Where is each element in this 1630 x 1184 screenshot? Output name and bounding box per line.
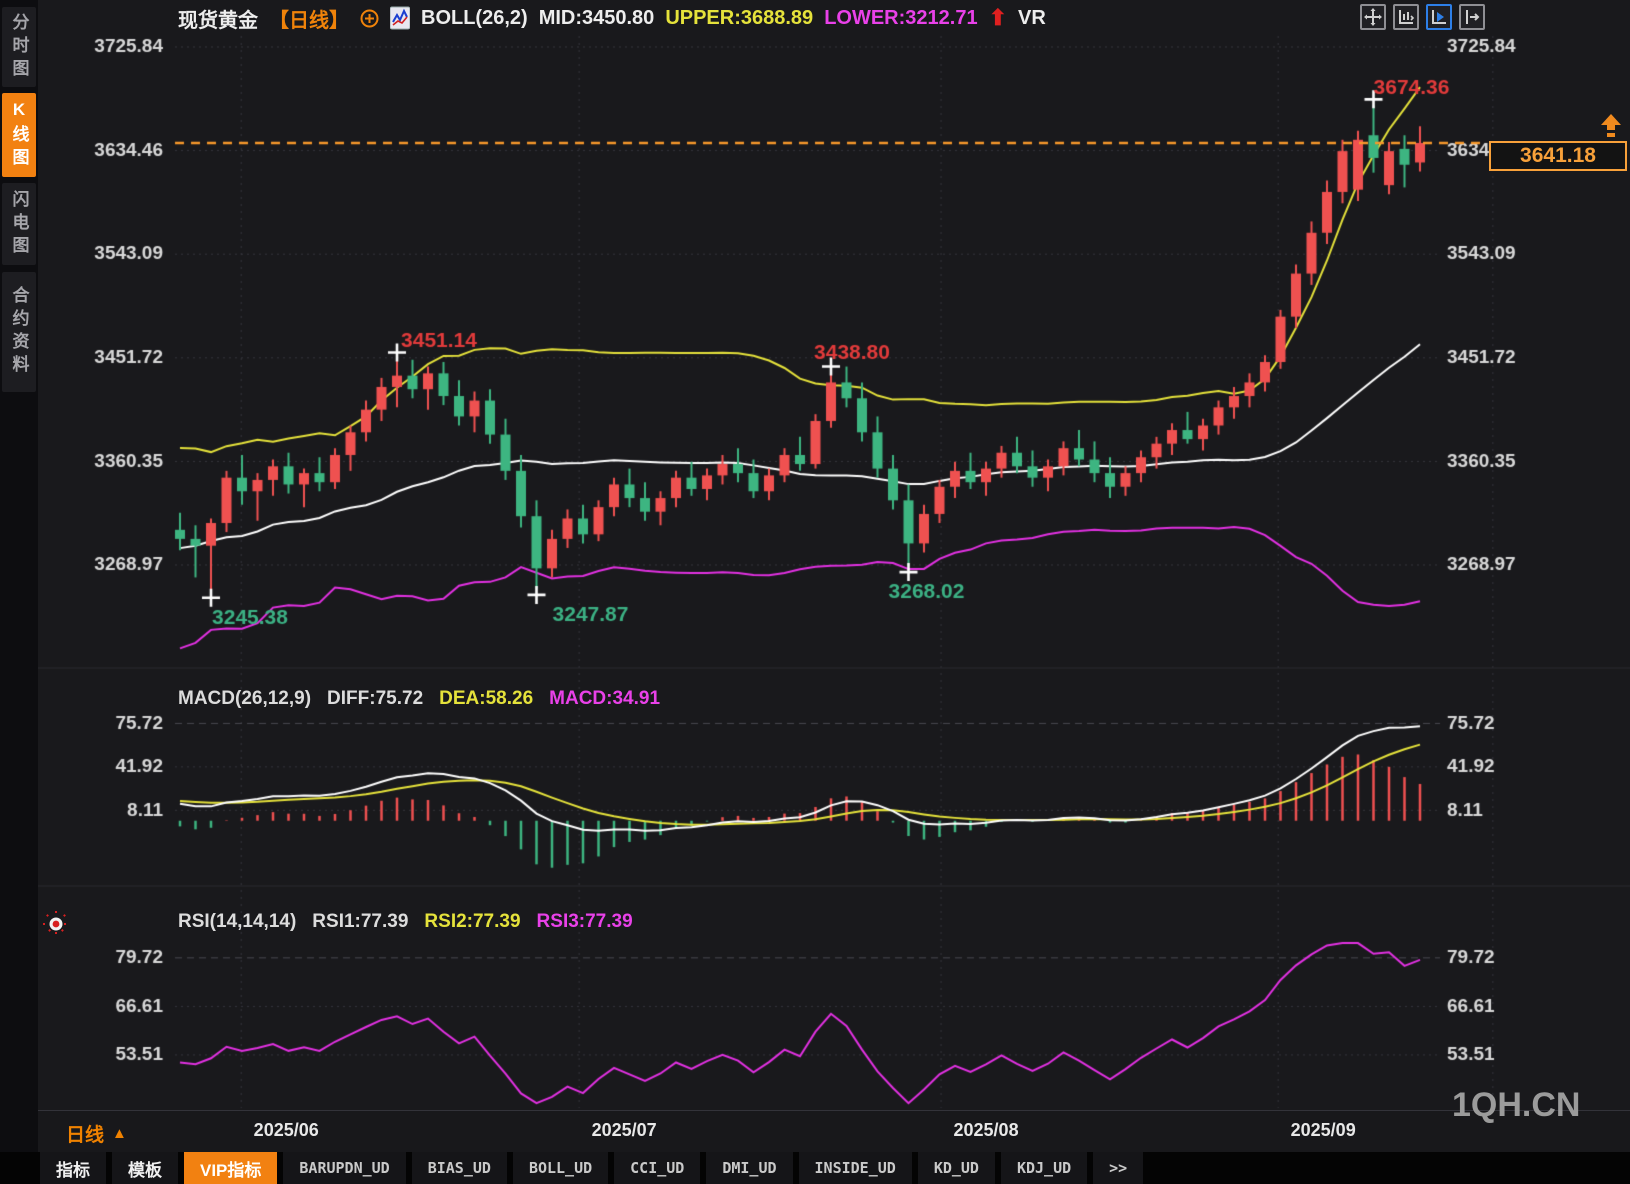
crosshair-move-icon[interactable] (1360, 4, 1386, 30)
tab-vip[interactable]: VIP指标 (184, 1152, 277, 1184)
chart-canvas[interactable] (0, 0, 1630, 1112)
tab-kd_ud[interactable]: KD_UD (918, 1152, 995, 1184)
period-tag: 【日线】 (269, 4, 349, 33)
tab-cci_ud[interactable]: CCI_UD (614, 1152, 700, 1184)
tab-boll_ud[interactable]: BOLL_UD (513, 1152, 608, 1184)
instrument-title: 现货黄金 (178, 4, 258, 33)
tab-bias_ud[interactable]: BIAS_UD (412, 1152, 507, 1184)
x-axis-strip: 日线 ▲ 2025/06 2025/07 2025/08 2025/09 (38, 1110, 1630, 1153)
watermark: 1QH.CN (1452, 1086, 1580, 1125)
tab-[interactable]: 模板 (112, 1152, 178, 1184)
tab-kdj_ud[interactable]: KDJ_UD (1001, 1152, 1087, 1184)
indicator-chart-icon (390, 6, 410, 30)
indicator-tabbar: 指标模板VIP指标BARUPDN_UDBIAS_UDBOLL_UDCCI_UDD… (0, 1152, 1630, 1184)
sidebar-item-3[interactable]: 合约资料 (2, 272, 36, 392)
axis-scale-icon[interactable] (1393, 4, 1419, 30)
macd-value: MACD:34.91 (549, 688, 660, 710)
sidebar: 分时图 K线图闪电图合约资料 (0, 0, 38, 1152)
sidebar-item-0[interactable]: 分时图 (2, 7, 36, 87)
tab-[interactable]: >> (1093, 1152, 1143, 1184)
macd-name: MACD(26,12,9) (178, 688, 311, 710)
x-axis-label: 2025/06 (254, 1120, 319, 1141)
rsi3-value: RSI3:77.39 (537, 911, 633, 933)
sidebar-item-1[interactable]: K线图 (2, 93, 36, 177)
chart-toolbar (1360, 4, 1485, 30)
axis-play-icon[interactable] (1426, 4, 1452, 30)
rsi-name: RSI(14,14,14) (178, 911, 296, 933)
alert-sun-icon[interactable] (42, 910, 70, 943)
macd-diff-value: DIFF:75.72 (327, 688, 423, 710)
period-selector[interactable]: 日线 ▲ (66, 1120, 127, 1147)
up-arrow-icon: ⬆ (989, 8, 1007, 28)
tab-barupdn_ud[interactable]: BARUPDN_UD (283, 1152, 405, 1184)
rsi2-value: RSI2:77.39 (424, 911, 520, 933)
tab-dmi_ud[interactable]: DMI_UD (706, 1152, 792, 1184)
triangle-up-icon: ▲ (112, 1125, 127, 1142)
boll-upper-value: UPPER:3688.89 (665, 7, 813, 30)
macd-header: MACD(26,12,9) DIFF:75.72 DEA:58.26 MACD:… (178, 688, 660, 710)
chart-header: 现货黄金 【日线】 BOLL(26,2) MID:3450.80 UPPER:3… (178, 5, 1046, 31)
boll-lower-value: LOWER:3212.71 (824, 7, 977, 30)
boll-mid-value: MID:3450.80 (539, 7, 655, 30)
x-axis-label: 2025/07 (592, 1120, 657, 1141)
last-price-value: 3641.18 (1520, 144, 1596, 168)
x-axis-label: 2025/09 (1291, 1120, 1356, 1141)
period-selector-label: 日线 (66, 1120, 104, 1147)
rsi-header: RSI(14,14,14) RSI1:77.39 RSI2:77.39 RSI3… (178, 911, 633, 933)
tab-inside_ud[interactable]: INSIDE_UD (799, 1152, 912, 1184)
add-circle-icon[interactable] (360, 9, 379, 28)
x-axis-label: 2025/08 (954, 1120, 1019, 1141)
panel-collapse-icon[interactable] (1459, 4, 1485, 30)
price-up-arrow-icon (1596, 114, 1626, 147)
vr-label: VR (1018, 7, 1046, 30)
sidebar-item-2[interactable]: 闪电图 (2, 183, 36, 265)
tab-[interactable]: 指标 (40, 1152, 106, 1184)
macd-dea-value: DEA:58.26 (439, 688, 533, 710)
boll-label: BOLL(26,2) (421, 7, 528, 30)
rsi1-value: RSI1:77.39 (312, 911, 408, 933)
